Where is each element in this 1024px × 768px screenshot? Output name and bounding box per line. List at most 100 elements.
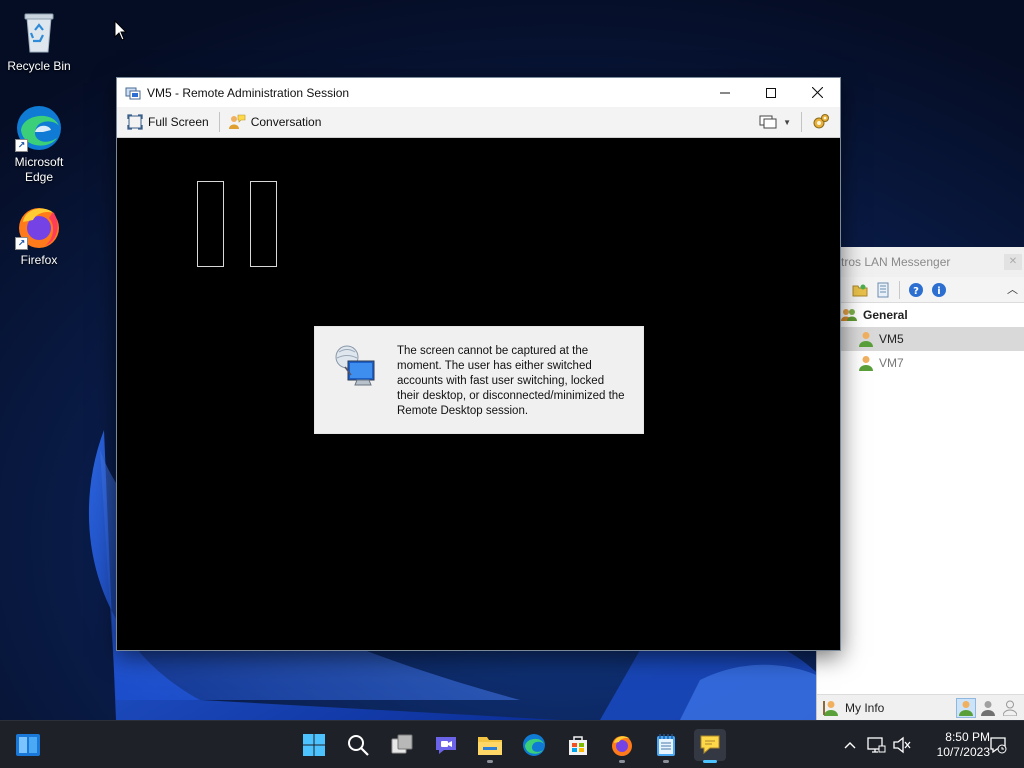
user-online-icon xyxy=(859,356,873,371)
remote-admin-toolbar: Full Screen Conversation ▼ xyxy=(117,107,840,138)
volume-muted-icon[interactable] xyxy=(892,735,912,755)
recycle-bin-icon xyxy=(15,8,63,56)
capture-unavailable-notice: The screen cannot be captured at the mom… xyxy=(314,326,644,434)
pause-bar-left xyxy=(197,181,224,267)
messenger-title: tros LAN Messenger xyxy=(841,255,951,269)
running-indicator xyxy=(619,760,625,763)
edge-taskbar-button[interactable] xyxy=(518,729,550,761)
firefox-icon xyxy=(612,736,632,756)
full-screen-label: Full Screen xyxy=(148,115,209,129)
desktop-icon-label: Recycle Bin xyxy=(7,59,71,73)
store-icon xyxy=(569,736,587,755)
store-button[interactable] xyxy=(562,729,594,761)
toolbar-separator xyxy=(899,280,900,299)
my-info-icon[interactable] xyxy=(823,700,839,716)
lan-messenger-taskbar-button[interactable] xyxy=(694,729,726,763)
desktop-icon-firefox[interactable]: ↗ Firefox xyxy=(4,202,74,268)
search-icon xyxy=(348,735,369,756)
network-icon[interactable] xyxy=(866,735,886,755)
help-icon[interactable]: ? xyxy=(907,281,925,299)
messenger-footer: My Info xyxy=(817,694,1024,720)
firefox-taskbar-button[interactable] xyxy=(606,729,638,763)
svg-text:i: i xyxy=(937,286,940,297)
contact-name: VM7 xyxy=(879,356,904,370)
desktop-icon-label: Firefox xyxy=(20,253,58,267)
running-indicator xyxy=(487,760,493,763)
desktop-icon-label: Microsoft Edge xyxy=(14,155,64,184)
status-offline-icon[interactable] xyxy=(1000,698,1020,718)
search-button[interactable] xyxy=(342,729,374,761)
contact-item-vm5[interactable]: VM5 xyxy=(817,327,1024,351)
pause-bar-right xyxy=(250,181,277,267)
full-screen-icon xyxy=(127,114,143,130)
conversation-label: Conversation xyxy=(250,115,322,129)
folder-icon xyxy=(478,737,502,755)
minimize-icon[interactable] xyxy=(702,78,748,107)
conversation-button[interactable]: Conversation xyxy=(228,111,328,133)
clock-date: 10/7/2023 xyxy=(936,745,990,759)
clock-time: 8:50 PM xyxy=(945,730,990,744)
group-icon xyxy=(841,309,857,321)
running-indicator xyxy=(703,760,717,763)
taskbar-clock[interactable]: 8:50 PM 10/7/2023 xyxy=(920,730,990,760)
history-icon[interactable] xyxy=(874,281,892,299)
contact-item-vm7[interactable]: VM7 xyxy=(817,351,1024,375)
settings-gear-icon[interactable] xyxy=(812,113,830,131)
taskbar: 8:50 PM 10/7/2023 xyxy=(0,720,1024,768)
windows-start-icon xyxy=(303,734,325,756)
start-button[interactable] xyxy=(298,729,330,761)
desktop-icon-recycle-bin[interactable]: Recycle Bin xyxy=(4,8,74,74)
remote-admin-window[interactable]: VM5 - Remote Administration Session Full… xyxy=(116,77,841,651)
notepad-icon xyxy=(657,734,675,756)
chat-button[interactable] xyxy=(430,729,462,761)
svg-text:?: ? xyxy=(913,286,919,297)
contact-group-general[interactable]: General xyxy=(817,303,1024,327)
widgets-button[interactable] xyxy=(12,729,44,761)
task-view-icon xyxy=(391,734,413,754)
messenger-toolbar: ? i ︿ xyxy=(817,277,1024,303)
capture-message-text: The screen cannot be captured at the mom… xyxy=(397,345,625,417)
task-view-button[interactable] xyxy=(386,729,418,761)
tray-chevron-up-icon[interactable] xyxy=(840,735,860,755)
remote-screen-area[interactable]: The screen cannot be captured at the mom… xyxy=(117,138,840,650)
my-info-label[interactable]: My Info xyxy=(845,701,884,715)
chevron-down-icon[interactable]: ▼ xyxy=(783,118,791,127)
firefox-icon: ↗ xyxy=(15,202,63,250)
system-tray xyxy=(866,735,912,755)
shortcut-arrow-icon: ↗ xyxy=(15,139,28,152)
chevron-up-icon[interactable]: ︿ xyxy=(1007,281,1018,297)
info-icon[interactable]: i xyxy=(930,281,948,299)
full-screen-button[interactable]: Full Screen xyxy=(127,111,215,133)
contact-name: VM5 xyxy=(879,332,904,346)
chat-icon xyxy=(436,737,456,754)
shortcut-arrow-icon: ↗ xyxy=(15,237,28,250)
status-away-icon[interactable] xyxy=(978,698,998,718)
messenger-title-bar[interactable]: tros LAN Messenger ✕ xyxy=(817,247,1024,277)
running-indicator xyxy=(663,760,669,763)
edge-icon xyxy=(523,734,545,756)
toolbar-separator xyxy=(801,112,802,132)
remote-desktop-icon xyxy=(335,345,375,386)
maximize-icon[interactable] xyxy=(748,78,794,107)
edge-icon: ↗ xyxy=(15,104,63,152)
lan-messenger-icon xyxy=(700,735,720,755)
file-explorer-button[interactable] xyxy=(474,729,506,763)
open-folder-icon[interactable] xyxy=(851,281,869,299)
remote-admin-title-bar[interactable]: VM5 - Remote Administration Session xyxy=(117,78,840,107)
toolbar-separator xyxy=(218,112,220,132)
user-online-icon xyxy=(859,332,873,347)
display-select-icon[interactable] xyxy=(759,114,777,130)
group-label: General xyxy=(863,308,908,322)
messenger-close-icon[interactable]: ✕ xyxy=(1004,254,1022,270)
remote-session-app-icon xyxy=(125,87,141,99)
notification-icon[interactable] xyxy=(988,735,1008,755)
notepad-button[interactable] xyxy=(650,729,682,763)
conversation-icon xyxy=(228,114,246,129)
lan-messenger-window[interactable]: tros LAN Messenger ✕ ? i ︿ General VM5 V… xyxy=(816,247,1024,720)
window-title: VM5 - Remote Administration Session xyxy=(147,85,350,100)
close-icon[interactable] xyxy=(794,78,840,107)
widgets-icon xyxy=(16,734,40,756)
mouse-cursor-icon xyxy=(114,20,128,41)
status-online-icon[interactable] xyxy=(956,697,976,718)
desktop-icon-microsoft-edge[interactable]: ↗ Microsoft Edge xyxy=(4,104,74,185)
